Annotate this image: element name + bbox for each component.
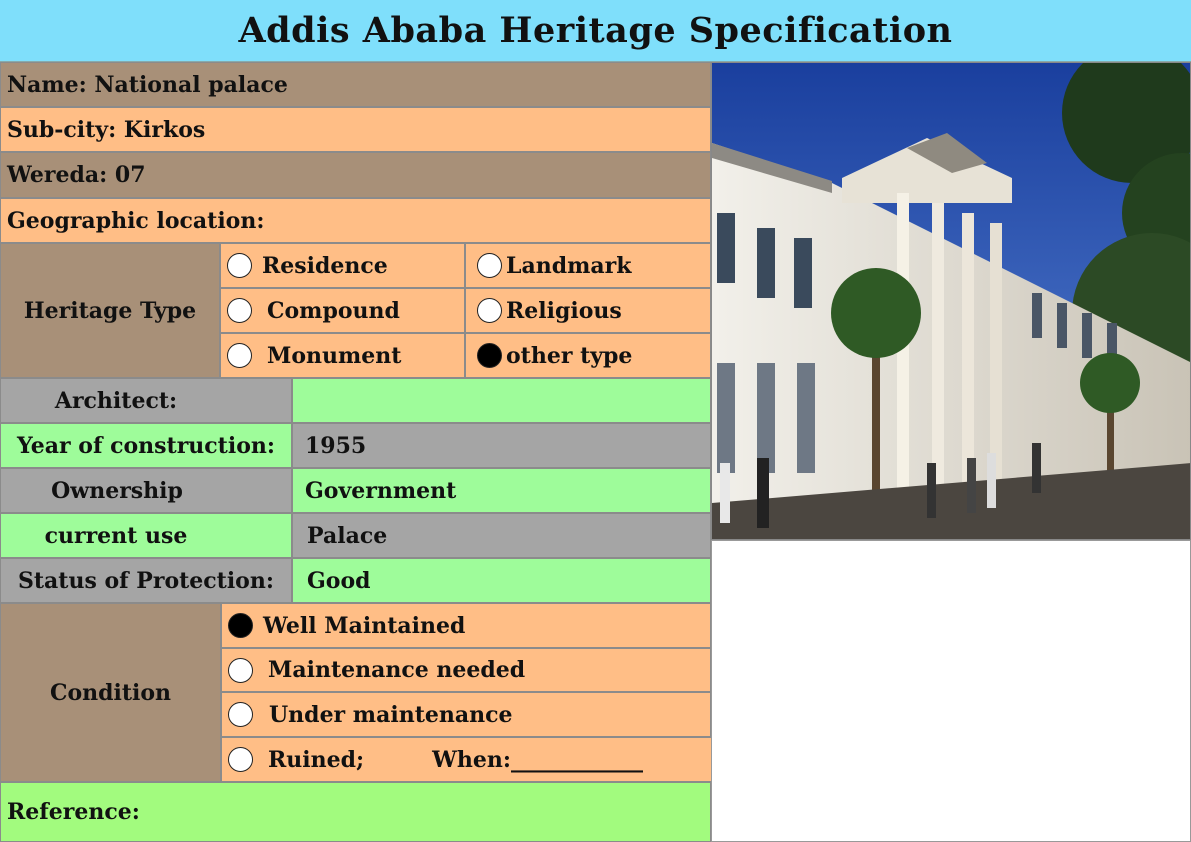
radio-icon[interactable] bbox=[228, 702, 253, 727]
protection-status-label: Status of Protection: bbox=[0, 558, 292, 603]
option-label: Compound bbox=[267, 297, 400, 324]
radio-icon[interactable] bbox=[227, 298, 252, 323]
when-field[interactable]: When:____________ bbox=[432, 747, 643, 773]
option-label: Residence bbox=[262, 252, 388, 279]
condition-option-ruined[interactable]: Ruined; When:____________ bbox=[221, 737, 712, 782]
year-value: 1955 bbox=[292, 423, 711, 468]
radio-selected-icon[interactable] bbox=[228, 613, 253, 638]
condition-option-maintenance-needed[interactable]: Maintenance needed bbox=[221, 648, 711, 692]
subcity-field: Sub-city: Kirkos bbox=[0, 107, 711, 152]
current-use-label: current use bbox=[0, 513, 292, 558]
option-label: Religious bbox=[506, 297, 622, 324]
current-use-value: Palace bbox=[292, 513, 711, 558]
radio-icon[interactable] bbox=[227, 343, 252, 368]
radio-icon[interactable] bbox=[228, 747, 253, 772]
heritage-type-label: Heritage Type bbox=[0, 243, 220, 378]
condition-option-under-maintenance[interactable]: Under maintenance bbox=[221, 692, 711, 737]
wereda-field: Wereda: 07 bbox=[0, 152, 711, 198]
radio-selected-icon[interactable] bbox=[477, 343, 502, 368]
heritage-option-religious[interactable]: Religious bbox=[465, 288, 711, 333]
protection-status-value: Good bbox=[292, 558, 711, 603]
name-field: Name: National palace bbox=[0, 62, 711, 107]
option-label: Under maintenance bbox=[269, 701, 513, 728]
ownership-value: Government bbox=[292, 468, 711, 513]
page-title: Addis Ababa Heritage Specification bbox=[0, 0, 1191, 62]
geographic-location-field: Geographic location: bbox=[0, 198, 711, 243]
condition-option-well-maintained[interactable]: Well Maintained bbox=[221, 603, 711, 648]
year-label: Year of construction: bbox=[0, 423, 292, 468]
option-label: Maintenance needed bbox=[268, 657, 526, 683]
heritage-option-compound[interactable]: Compound bbox=[220, 288, 465, 333]
radio-icon[interactable] bbox=[477, 298, 502, 323]
option-label: Ruined; bbox=[268, 746, 365, 773]
ownership-label: Ownership bbox=[0, 468, 292, 513]
national-palace-photo bbox=[711, 62, 1191, 540]
architect-label: Architect: bbox=[0, 378, 292, 423]
radio-icon[interactable] bbox=[228, 657, 253, 683]
radio-icon[interactable] bbox=[477, 253, 502, 278]
heritage-option-monument[interactable]: Monument bbox=[220, 333, 465, 378]
option-label: Well Maintained bbox=[263, 612, 466, 639]
heritage-option-residence[interactable]: Residence bbox=[220, 243, 465, 288]
radio-icon[interactable] bbox=[227, 253, 252, 278]
condition-label: Condition bbox=[0, 603, 221, 782]
heritage-option-other[interactable]: other type bbox=[465, 333, 711, 378]
heritage-option-landmark[interactable]: Landmark bbox=[465, 243, 711, 288]
option-label: Landmark bbox=[506, 252, 632, 279]
option-label: Monument bbox=[267, 342, 402, 369]
option-label: other type bbox=[506, 342, 633, 369]
architect-value bbox=[292, 378, 711, 423]
reference-field: Reference: bbox=[0, 782, 711, 842]
blank-panel bbox=[711, 540, 1191, 842]
